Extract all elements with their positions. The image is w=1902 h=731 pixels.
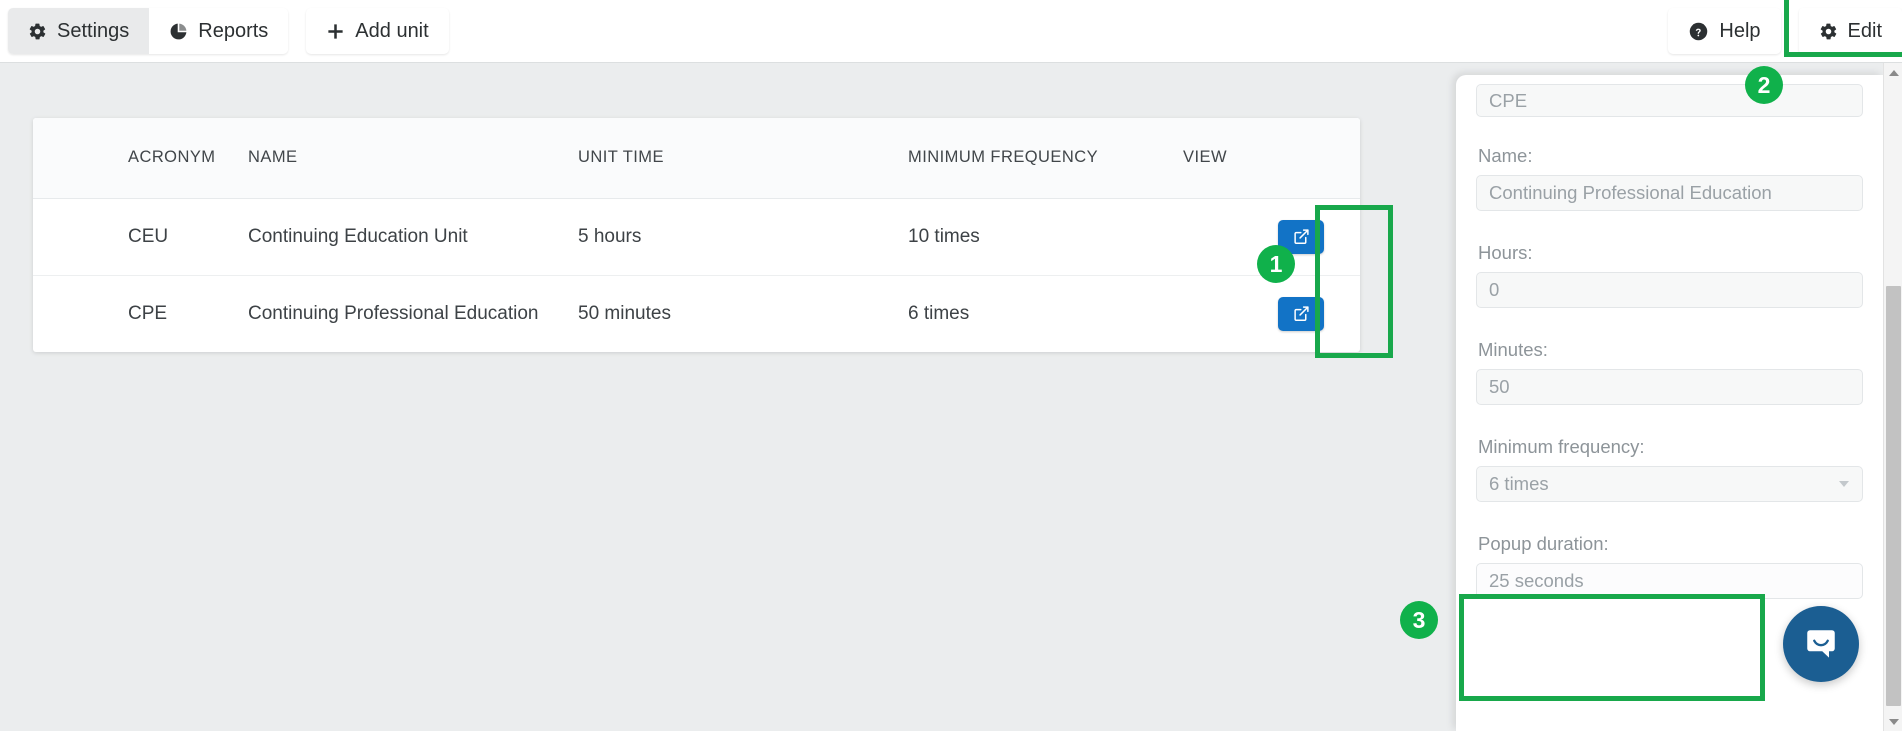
minimum-frequency-field-group: Minimum frequency: 6 times [1476,436,1863,502]
reports-button[interactable]: Reports [149,8,289,54]
intercom-chat-launcher[interactable] [1783,606,1859,682]
minutes-field-label: Minutes: [1478,339,1548,360]
popup-duration-field-label: Popup duration: [1478,533,1609,554]
hours-field[interactable]: 0 [1476,272,1863,308]
settings-button[interactable]: Settings [8,8,150,54]
panel-form: Name: Continuing Professional Education … [1456,75,1883,599]
table-body: CEU Continuing Education Unit 5 hours 10… [33,198,1360,352]
external-link-icon [1293,305,1310,322]
help-button-label: Help [1719,19,1761,42]
help-circle-icon [1688,21,1709,42]
add-unit-button[interactable]: Add unit [306,8,449,54]
scrollbar-thumb[interactable] [1886,286,1901,706]
help-button[interactable]: Help [1668,8,1781,54]
column-header-view: VIEW [1183,118,1360,199]
external-link-icon [1293,228,1310,245]
cell-minimum-frequency: 10 times [883,198,1183,276]
name-field[interactable]: Continuing Professional Education [1476,175,1863,211]
cell-name: Continuing Professional Education [248,302,539,324]
popup-duration-field-group: Popup duration: 25 seconds [1476,533,1863,599]
nav-button-group: Settings Reports [8,8,289,54]
column-header-acronym: ACRONYM [33,118,223,199]
minutes-field-group: Minutes: 50 [1476,339,1863,405]
cell-unit-time: 5 hours [553,198,883,276]
gear-icon [1819,22,1838,41]
edit-button-label: Edit [1847,19,1882,42]
hours-field-value: 0 [1489,279,1500,300]
top-toolbar: Settings Reports Add unit Help Edit [0,0,1902,63]
hours-field-group: Hours: 0 [1476,242,1863,308]
edit-button[interactable]: Edit [1798,8,1902,54]
annotation-badge-2: 2 [1745,66,1783,104]
settings-button-label: Settings [57,19,130,42]
annotation-badge-3: 3 [1400,601,1438,639]
popup-duration-field-value: 25 seconds [1489,570,1584,591]
table-header: ACRONYM NAME UNIT TIME MINIMUM FREQUENCY… [33,118,1360,199]
column-header-name: NAME [223,118,553,199]
cell-minimum-frequency: 6 times [908,302,970,324]
cell-name: Continuing Education Unit [223,198,553,276]
gear-icon [28,22,47,41]
page-scrollbar[interactable] [1883,63,1902,731]
table-header-row: ACRONYM NAME UNIT TIME MINIMUM FREQUENCY… [33,118,1360,199]
scrollbar-down-arrow[interactable] [1884,712,1902,731]
name-field-label: Name: [1478,145,1533,166]
units-table: ACRONYM NAME UNIT TIME MINIMUM FREQUENCY… [33,118,1360,352]
annotation-badge-1: 1 [1257,245,1295,283]
minimum-frequency-selected-value: 6 times [1489,473,1549,494]
name-field-group: Name: Continuing Professional Education [1476,145,1863,211]
column-header-minimum-frequency: MINIMUM FREQUENCY [883,118,1183,199]
triangle-down-icon [1888,718,1899,725]
app-root: Settings Reports Add unit Help Edit ACRO… [0,0,1902,731]
reports-button-label: Reports [198,19,269,42]
pie-chart-icon [169,22,188,41]
minimum-frequency-select[interactable]: 6 times [1476,466,1863,502]
minutes-field-value: 50 [1489,376,1510,397]
toolbar-left-group: Settings Reports Add unit [8,8,449,54]
table-row[interactable]: CPE Continuing Professional Education 50… [33,275,1360,352]
minutes-field[interactable]: 50 [1476,369,1863,405]
cell-acronym: CEU [33,198,223,276]
table-row[interactable]: CEU Continuing Education Unit 5 hours 10… [33,198,1360,276]
scrollbar-up-arrow[interactable] [1884,63,1902,82]
cell-acronym: CPE [128,302,168,324]
column-header-unit-time: UNIT TIME [553,118,883,199]
toolbar-right-group: Help Edit [1668,8,1902,54]
cell-view [1183,275,1360,352]
name-field-value: Continuing Professional Education [1489,182,1772,203]
units-table-card: ACRONYM NAME UNIT TIME MINIMUM FREQUENCY… [33,118,1360,352]
plus-icon [326,22,345,41]
hours-field-label: Hours: [1478,242,1533,263]
cell-unit-time: 50 minutes [578,302,671,324]
view-unit-button[interactable] [1278,296,1324,331]
minimum-frequency-field-label: Minimum frequency: [1478,436,1645,457]
popup-duration-field[interactable]: 25 seconds [1476,563,1863,599]
triangle-up-icon [1888,69,1899,76]
add-unit-button-label: Add unit [355,19,429,42]
chevron-down-icon [1839,481,1849,487]
chat-bubble-smile-icon [1801,624,1841,664]
